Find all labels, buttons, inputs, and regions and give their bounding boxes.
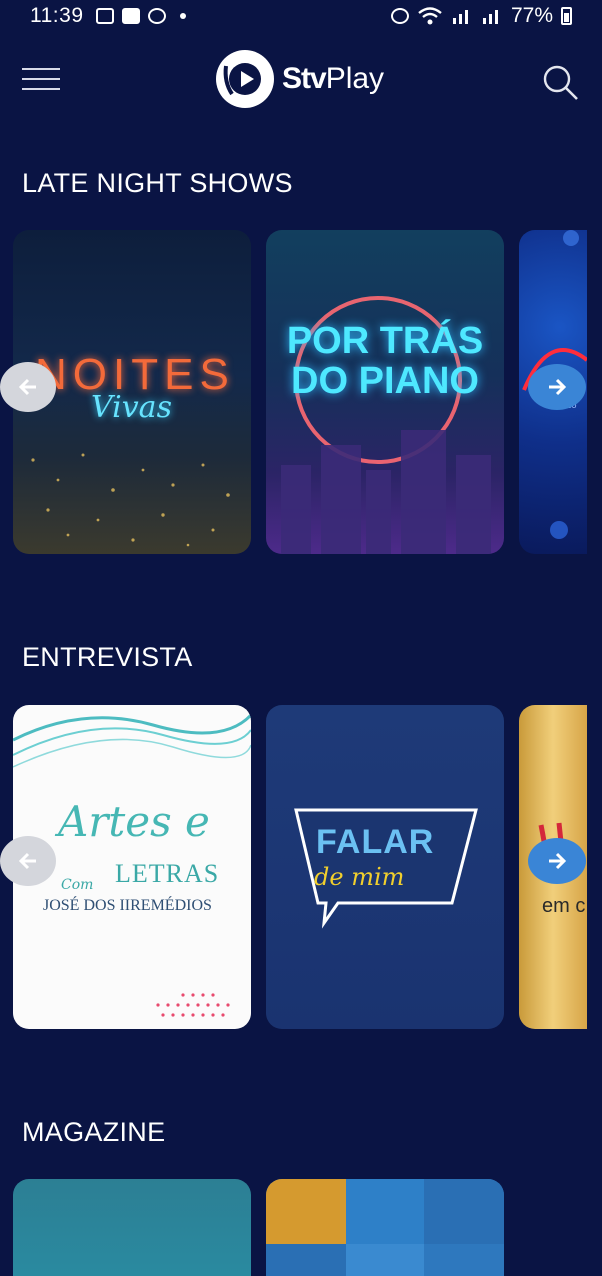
gallery-icon (96, 8, 114, 24)
battery-percentage: 77% (510, 4, 553, 27)
show-card-magazine-2[interactable] (266, 1179, 504, 1276)
status-bar: 11:39 77% (0, 0, 602, 34)
wifi-icon (418, 7, 442, 25)
section-title-magazine: MAGAZINE (22, 1117, 166, 1147)
carousel-prev-button[interactable] (0, 836, 56, 886)
hamburger-icon (22, 68, 60, 70)
carousel-next-button[interactable] (528, 364, 586, 410)
show-card-falar-de-mim[interactable]: FALAR de mim (266, 705, 504, 1029)
card-title: POR TRÁS DO PIANO (286, 320, 484, 402)
show-card-por-tras-do-piano[interactable]: POR TRÁS DO PIANO (266, 230, 504, 554)
menu-button[interactable] (22, 66, 62, 94)
card-title: FALAR (316, 823, 435, 861)
arrow-right-icon (549, 852, 567, 870)
stv-play-logo[interactable]: StvPlay (216, 50, 384, 108)
show-card-magazine-1[interactable] (13, 1179, 251, 1276)
arrow-right-icon (549, 378, 567, 396)
card-title: LETRAS (115, 859, 220, 888)
card-subtitle: Vivas (91, 390, 172, 425)
signal-icon (452, 10, 468, 24)
card-subtitle: JOSÉ DOS IIREMÉDIOS (43, 897, 212, 914)
section-title-late-night-shows: LATE NIGHT SHOWS (22, 168, 293, 198)
alarm-icon (390, 8, 409, 24)
search-button[interactable] (540, 62, 580, 102)
section-title-entrevista: ENTREVISTA (22, 642, 193, 672)
logo-play-icon (216, 50, 274, 108)
carousel-next-button[interactable] (528, 838, 586, 884)
notification-icons (96, 8, 186, 24)
search-icon (543, 65, 578, 100)
card-title-script: Artes e (58, 797, 210, 846)
card-subtitle: de mim (314, 863, 405, 891)
battery-icon (561, 7, 572, 25)
card-subtitle-script: Com (61, 877, 94, 893)
system-icons: 77% (390, 4, 572, 28)
status-time: 11:39 (30, 4, 84, 27)
youtube-icon (122, 8, 140, 24)
carousel-prev-button[interactable] (0, 362, 56, 412)
more-notifications-icon (180, 13, 186, 19)
alarm-icon (148, 8, 166, 24)
logo-text: StvPlay (282, 62, 385, 95)
arrow-left-icon (18, 378, 36, 396)
card-artwork (266, 1179, 504, 1276)
arrow-left-icon (18, 852, 36, 870)
card-title-partial: em c (542, 895, 586, 917)
app-header: StvPlay (0, 40, 602, 120)
signal-icon (482, 10, 498, 24)
